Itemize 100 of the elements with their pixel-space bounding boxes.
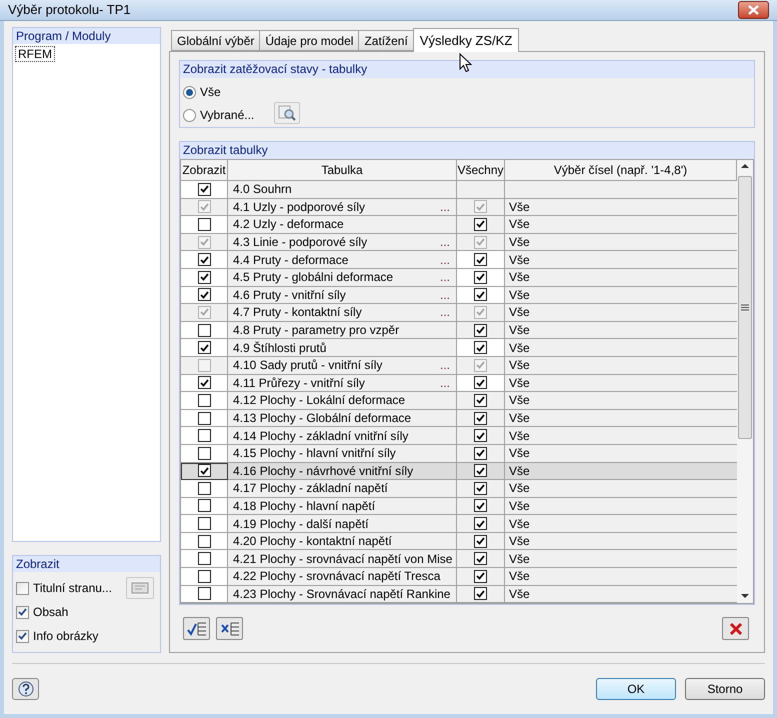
checkbox[interactable] [198, 482, 210, 495]
more-button[interactable]: ... [440, 272, 450, 282]
checkbox[interactable] [198, 517, 210, 530]
check-all-button[interactable] [183, 617, 210, 640]
table-cell-text: 4.19 Plochy - další napětí [233, 516, 370, 533]
checkbox[interactable] [474, 570, 487, 583]
checkbox[interactable] [198, 587, 210, 600]
table-cell-text: Vše [509, 252, 530, 269]
checkbox[interactable] [16, 606, 29, 618]
checkbox[interactable] [474, 324, 487, 337]
table-cell-text: 4.6 Pruty - vnitřní síly [233, 286, 347, 304]
tab[interactable]: Výsledky ZS/KZ [412, 28, 520, 52]
checkbox[interactable] [474, 446, 487, 460]
table-cell-text: 4.22 Plochy - srovnávací napětí Tresca [233, 568, 442, 586]
column-header: Tabulka [228, 160, 457, 181]
table-cell-text: 4.18 Plochy - hlavní napětí [233, 498, 376, 515]
select-button[interactable] [274, 102, 300, 124]
checkbox[interactable] [474, 429, 487, 442]
checkbox[interactable] [198, 270, 210, 284]
checkbox[interactable] [198, 324, 210, 337]
checkbox[interactable] [474, 376, 487, 390]
checkbox[interactable] [198, 218, 210, 231]
checkbox[interactable] [198, 412, 210, 425]
scroll-up-icon[interactable] [741, 164, 749, 168]
more-button[interactable]: ... [440, 307, 450, 318]
table-cell-text: 4.14 Plochy - základní vnitřní síly [233, 428, 410, 445]
close-button[interactable] [738, 1, 769, 19]
checkbox[interactable] [474, 270, 487, 284]
uncheck-all-button[interactable] [216, 617, 243, 640]
checkbox[interactable] [474, 482, 487, 495]
checkbox[interactable] [474, 464, 487, 478]
more-button[interactable]: ... [440, 202, 450, 212]
delete-button[interactable] [722, 617, 749, 640]
search-icon [278, 105, 296, 121]
tab[interactable]: Globální výběr [171, 30, 260, 51]
table-cell-text: Vše [509, 286, 530, 304]
checkbox[interactable] [198, 288, 210, 302]
table-cell-text: Vše [509, 462, 530, 480]
checkbox[interactable] [198, 253, 210, 266]
scroll-thumb[interactable] [738, 176, 752, 439]
checkbox[interactable] [198, 499, 210, 512]
table-cell-text: Vše [509, 216, 530, 234]
checkbox[interactable] [474, 394, 487, 407]
checkbox[interactable] [474, 253, 487, 266]
checkbox[interactable] [198, 464, 210, 478]
cross-list-icon [220, 620, 240, 637]
checkbox[interactable] [474, 341, 487, 354]
table-cell-text: 4.15 Plochy - hlavní vnitřní síly [233, 445, 397, 462]
mouse-pointer-icon [459, 53, 472, 73]
radio-button[interactable] [183, 86, 196, 98]
checkbox[interactable] [198, 552, 210, 566]
table-cell-text: Vše [509, 410, 530, 428]
radio-button[interactable] [183, 108, 196, 122]
scrollbar[interactable] [737, 160, 753, 604]
checkbox[interactable] [198, 394, 210, 407]
panel-header: Zobrazit [13, 556, 160, 572]
more-button[interactable]: ... [440, 360, 450, 370]
checkbox[interactable] [474, 412, 487, 425]
tab[interactable]: Údaje pro model [259, 30, 358, 51]
table-cell-text: 4.7 Pruty - kontaktní síly [233, 304, 363, 322]
checkbox[interactable] [474, 552, 487, 566]
more-button[interactable]: ... [440, 378, 450, 388]
table-cell-text: 4.8 Pruty - parametry pro vzpěr [233, 322, 400, 340]
checkbox[interactable] [16, 582, 29, 594]
checkbox[interactable] [198, 429, 210, 442]
checkbox[interactable] [198, 182, 210, 196]
table-cell-text: 4.1 Uzly - podporové síly [233, 198, 366, 216]
table-cell-text: Vše [509, 322, 530, 340]
checkbox[interactable] [474, 499, 487, 512]
table-cell-text: 4.13 Plochy - Globální deformace [233, 410, 412, 428]
checkbox[interactable] [474, 587, 487, 600]
scroll-down-icon[interactable] [741, 594, 749, 598]
checkbox[interactable] [474, 517, 487, 530]
column-header: Výběr čísel (např. '1-4,8') [505, 160, 737, 181]
panel-header: Program / Moduly [13, 28, 160, 44]
more-button[interactable]: ... [440, 254, 450, 265]
cancel-button[interactable]: Storno [685, 678, 765, 700]
checkbox[interactable] [16, 630, 29, 642]
tab[interactable]: Zatížení [358, 30, 413, 51]
checkbox[interactable] [474, 534, 487, 548]
checkbox[interactable] [474, 218, 487, 231]
checkbox[interactable] [474, 288, 487, 302]
ok-button[interactable]: OK [596, 678, 676, 700]
more-button[interactable]: ... [440, 290, 450, 300]
checkbox[interactable] [198, 534, 210, 548]
help-button[interactable] [12, 678, 39, 700]
checkbox[interactable] [198, 570, 210, 583]
table-cell-text: Vše [509, 568, 530, 586]
table-cell-text: 4.2 Uzly - deformace [233, 216, 345, 234]
module-item[interactable]: RFEM [15, 46, 55, 62]
radio-label: Vybrané... [200, 107, 254, 124]
more-button[interactable]: ... [440, 237, 450, 248]
checkbox-label: Titulní stranu... [33, 580, 112, 597]
checkbox[interactable] [198, 376, 210, 390]
checkbox[interactable] [198, 341, 210, 354]
table-cell-text: 4.10 Sady prutů - vnitřní síly [233, 357, 384, 374]
column-header: Všechny [457, 160, 505, 181]
table-cell-text: Vše [509, 498, 530, 515]
checkbox[interactable] [198, 446, 210, 460]
table-cell-text: 4.17 Plochy - základní napětí [233, 480, 389, 498]
